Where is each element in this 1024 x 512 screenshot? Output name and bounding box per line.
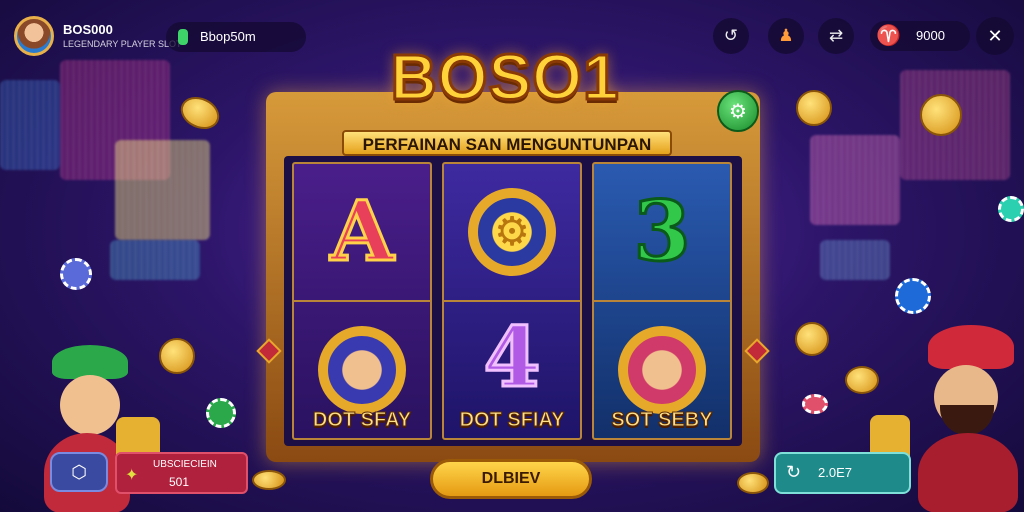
coin-decoration xyxy=(796,90,832,126)
close-icon: ✕ xyxy=(987,25,1003,47)
bg-screen xyxy=(115,140,210,240)
gem-icon xyxy=(178,29,188,45)
gear-symbol-icon: ⚙ xyxy=(468,188,556,276)
letter-a-symbol: A xyxy=(329,183,396,282)
balance-value: Bbop50m xyxy=(200,29,256,44)
history-button[interactable]: ↺ xyxy=(713,18,749,54)
bg-screen xyxy=(820,240,890,280)
bg-screen xyxy=(810,135,900,225)
chip-decoration xyxy=(895,278,931,314)
reel-2-top-symbol: ⚙ xyxy=(444,164,580,300)
gear-icon: ⚙ xyxy=(729,99,747,123)
reel-2-caption: DOT SFIAY xyxy=(459,409,565,432)
reel-3-bottom-symbol: SOT SEBY xyxy=(594,302,730,438)
gear-icon: ⚙ xyxy=(494,209,530,255)
reel-1-bottom-symbol: DOT SFAY xyxy=(294,302,430,438)
chip-decoration xyxy=(802,394,828,414)
chip-decoration xyxy=(60,258,92,290)
reel-1-top-symbol: A xyxy=(294,164,430,300)
character-right xyxy=(870,325,1024,512)
sparkle-icon: ✦ xyxy=(125,465,139,484)
swap-button[interactable]: ⇄ xyxy=(818,18,854,54)
number-4-symbol: 4 xyxy=(482,309,542,408)
bet-panel-value: 501 xyxy=(169,475,190,489)
bg-screen xyxy=(0,80,60,170)
coin-decoration xyxy=(737,472,769,494)
game-title: BOSO1 xyxy=(389,40,620,115)
menu-button[interactable]: ⬡ xyxy=(50,452,108,492)
spin-button[interactable]: DLBIEV xyxy=(430,459,592,499)
chip-decoration xyxy=(206,398,236,428)
coin-balance-display[interactable]: ♈ 9000 xyxy=(870,21,970,51)
win-value: 2.0E7 xyxy=(818,465,852,480)
number-3-symbol: 3 xyxy=(632,183,692,282)
reel-3: 3 SOT SEBY xyxy=(592,162,732,440)
reel-3-caption: SOT SEBY xyxy=(611,409,713,432)
win-panel[interactable]: ↻ 2.0E7 xyxy=(774,452,911,494)
hexagon-icon: ⬡ xyxy=(71,461,87,483)
coin-balance-value: 9000 xyxy=(916,28,945,43)
swap-icon: ⇄ xyxy=(828,26,844,46)
reel-2-bottom-symbol: 4 DOT SFIAY xyxy=(444,302,580,438)
game-subtitle: PERFAINAN SAN MENGUNTUNPAN xyxy=(342,130,672,156)
coin-decoration xyxy=(252,470,286,490)
reel-1-caption: DOT SFAY xyxy=(312,409,412,432)
refresh-icon: ↻ xyxy=(786,462,802,482)
reel-3-top-symbol: 3 xyxy=(594,164,730,300)
settings-button[interactable]: ⚙ xyxy=(717,90,759,132)
bet-panel[interactable]: ✦ UBSCIECIEIN 501 xyxy=(115,452,248,494)
bet-panel-title: UBSCIECIEIN xyxy=(153,459,217,470)
player-avatar[interactable] xyxy=(14,16,54,56)
miner-character-icon xyxy=(318,326,406,414)
balance-display[interactable]: Bbop50m xyxy=(166,22,306,52)
player-name: BOS000 xyxy=(63,22,113,37)
reel-2: ⚙ 4 DOT SFIAY xyxy=(442,162,582,440)
coin-decoration xyxy=(795,322,829,356)
bg-screen xyxy=(110,240,200,280)
player-subtitle: LEGENDARY PLAYER SLOT xyxy=(63,39,182,49)
character-icon: ♟ xyxy=(778,26,794,46)
chip-decoration xyxy=(998,196,1024,222)
profile-button[interactable]: ♟ xyxy=(768,18,804,54)
pirate-character-icon xyxy=(618,326,706,414)
refresh-icon: ↺ xyxy=(723,26,739,46)
coin-icon: ♈ xyxy=(876,25,901,47)
coin-decoration xyxy=(159,338,195,374)
coin-decoration xyxy=(920,94,962,136)
close-button[interactable]: ✕ xyxy=(976,17,1014,55)
coin-decoration xyxy=(845,366,879,394)
reel-1: A DOT SFAY xyxy=(292,162,432,440)
